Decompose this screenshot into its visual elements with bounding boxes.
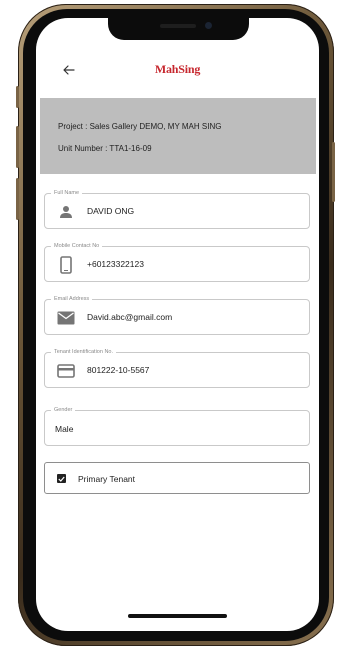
app-header: MahSing [36, 58, 319, 84]
volume-down-button [16, 178, 19, 220]
mobile-contact-label: Mobile Contact No [51, 242, 103, 250]
tenant-id-field[interactable]: Tenant Identification No. 801222-10-5567 [44, 348, 310, 388]
tenant-id-label: Tenant Identification No. [51, 348, 117, 356]
unit-number: Unit Number : TTA1-16-09 [58, 144, 152, 153]
mute-switch [16, 86, 19, 108]
gender-value: Male [55, 424, 74, 434]
power-button [332, 142, 335, 202]
full-name-field[interactable]: Full Name DAVID ONG [44, 189, 310, 229]
email-label: Email Address [51, 295, 93, 303]
project-name: Project : Sales Gallery DEMO, MY MAH SIN… [58, 122, 222, 131]
notch [108, 18, 249, 40]
home-indicator[interactable] [128, 614, 227, 618]
volume-up-button [16, 126, 19, 168]
full-name-label: Full Name [51, 189, 83, 197]
primary-tenant-checkbox[interactable] [57, 474, 66, 483]
mobile-contact-value: +60123322123 [87, 259, 144, 269]
phone-icon [57, 256, 75, 274]
primary-tenant-label: Primary Tenant [78, 474, 136, 484]
front-camera [205, 22, 212, 29]
project-info-panel: Project : Sales Gallery DEMO, MY MAH SIN… [40, 98, 316, 174]
primary-tenant-row[interactable]: Primary Tenant [44, 462, 310, 494]
person-icon [57, 204, 75, 220]
app-screen: MahSing Project : Sales Gallery DEMO, MY… [36, 18, 319, 631]
mobile-contact-field[interactable]: Mobile Contact No +60123322123 [44, 242, 310, 282]
gender-field[interactable]: Gender Male [44, 406, 310, 446]
card-icon [57, 363, 75, 379]
earpiece-speaker [160, 24, 196, 28]
email-value: David.abc@gmail.com [87, 312, 173, 322]
gender-label: Gender [51, 406, 76, 414]
mahsing-logo: MahSing [154, 62, 201, 76]
mail-icon [57, 310, 75, 326]
full-name-value: DAVID ONG [87, 206, 135, 216]
email-field[interactable]: Email Address David.abc@gmail.com [44, 295, 310, 335]
check-icon [58, 476, 65, 482]
tenant-id-value: 801222-10-5567 [87, 365, 150, 375]
